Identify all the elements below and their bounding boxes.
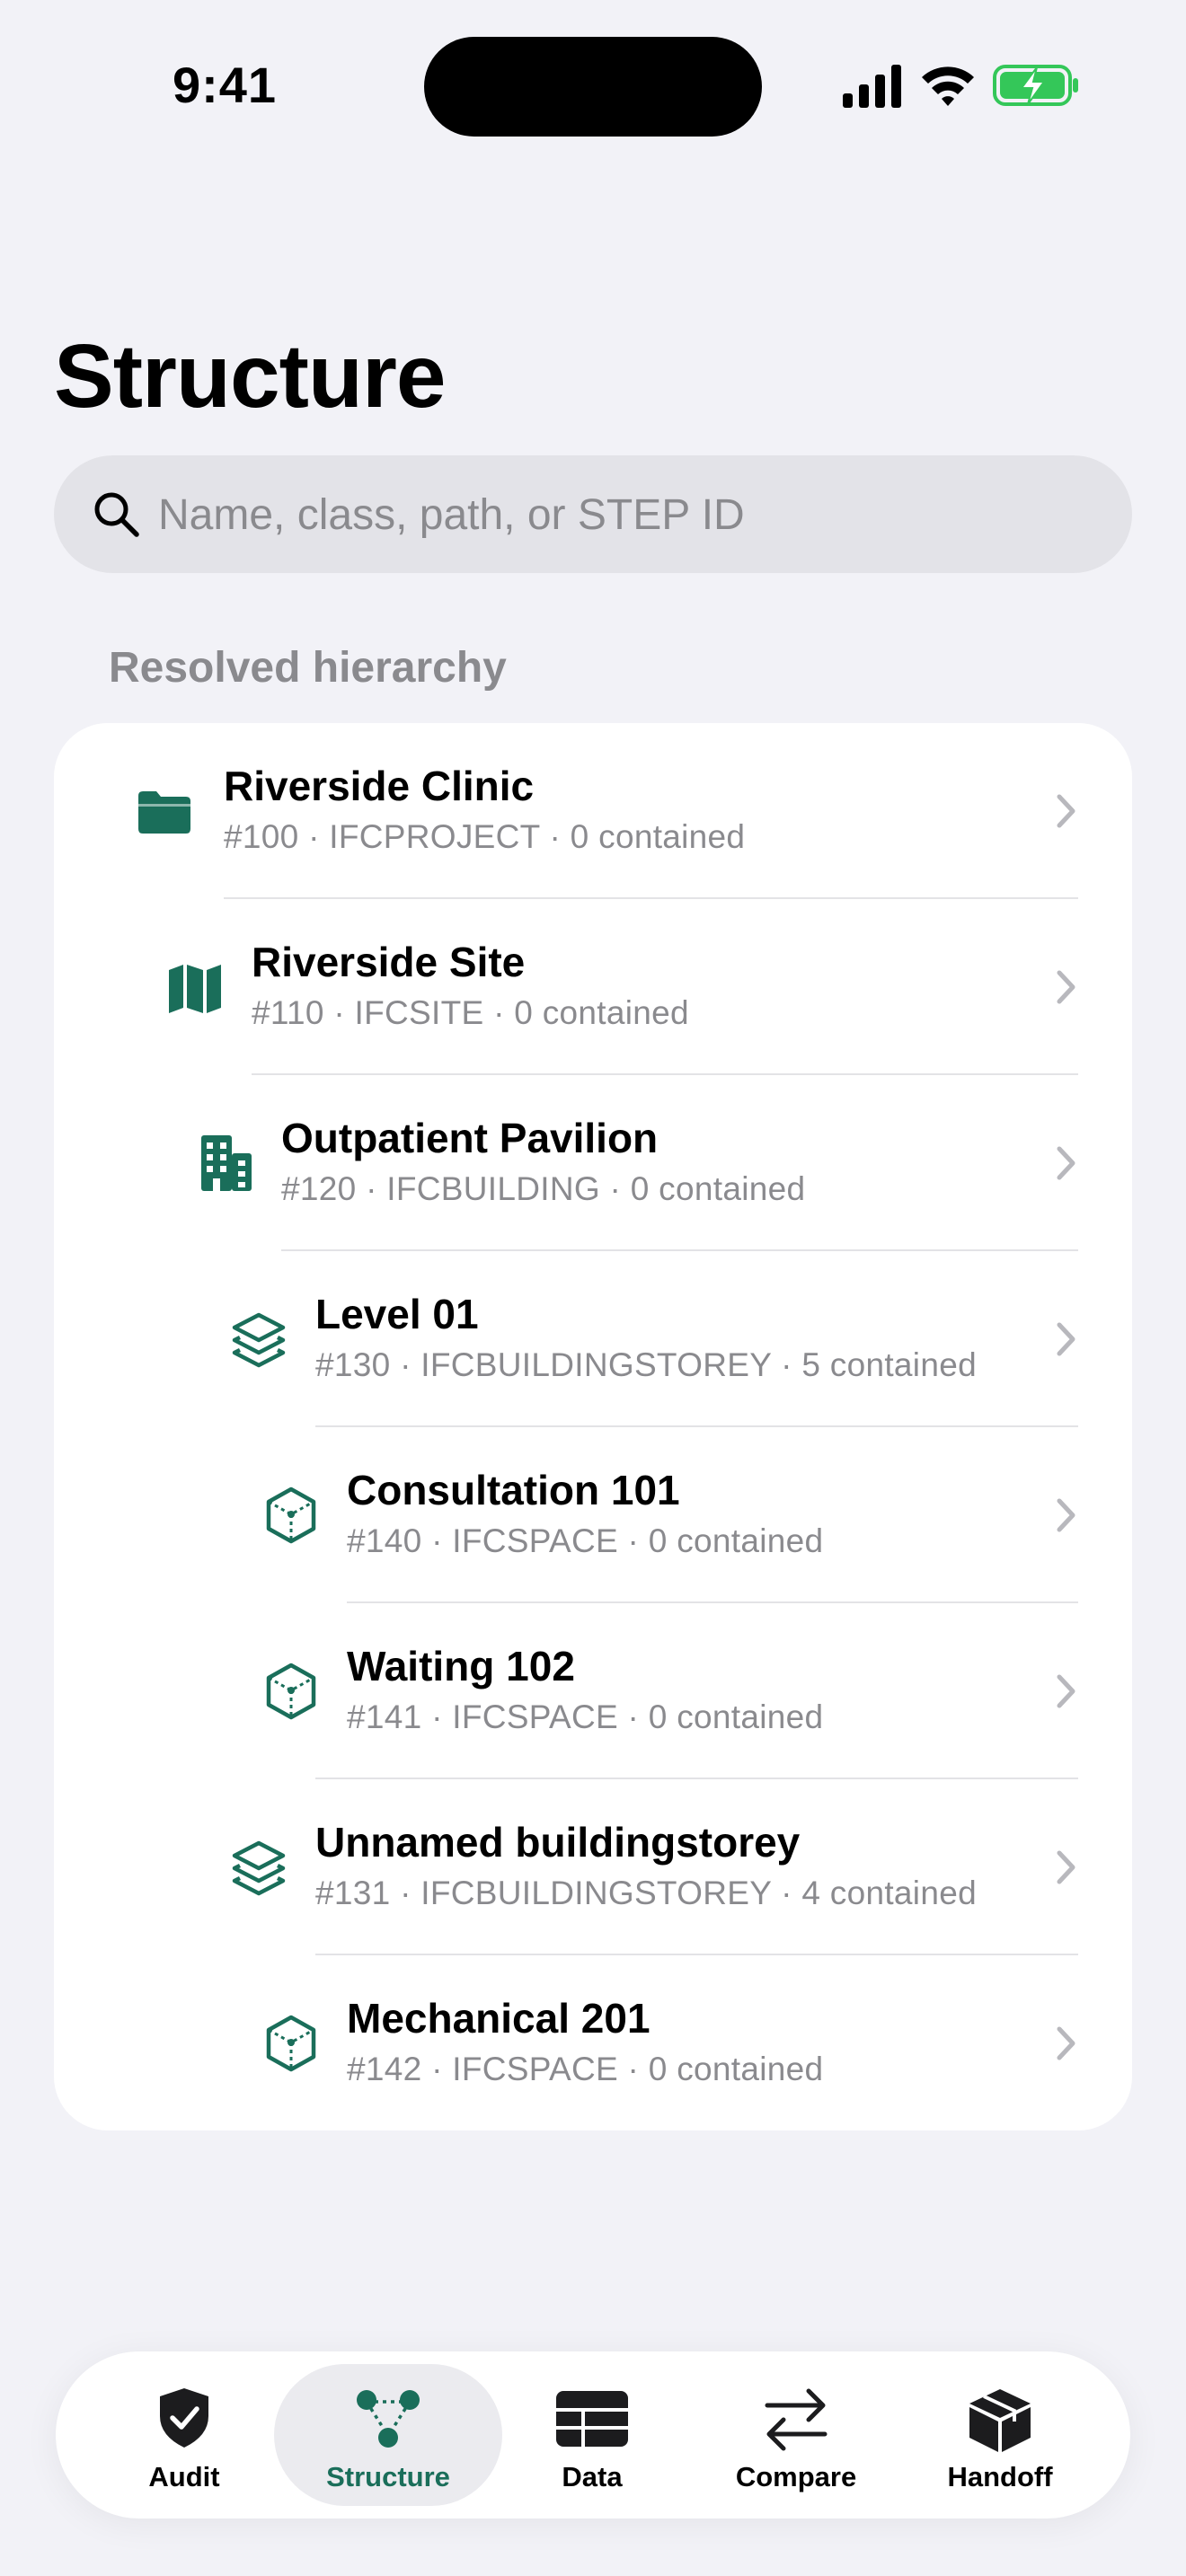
chevron-right-icon	[1057, 1850, 1075, 1884]
row-name: Consultation 101	[347, 1467, 680, 1513]
tab-label: Handoff	[947, 2461, 1053, 2492]
status-bar: 9:41	[0, 0, 1186, 171]
wifi-icon	[922, 66, 974, 106]
chevron-right-icon	[1057, 794, 1075, 828]
row-name: Unnamed buildingstorey	[315, 1819, 801, 1866]
hierarchy-list: Riverside Clinic #100 · IFCPROJECT · 0 c…	[54, 723, 1132, 2130]
table-icon	[556, 2391, 628, 2447]
row-meta: #100 · IFCPROJECT · 0 contained	[224, 818, 746, 855]
package-box-icon	[969, 2389, 1031, 2452]
folder-icon	[138, 791, 190, 834]
row-meta: #131 · IFCBUILDINGSTOREY · 4 contained	[315, 1875, 977, 1911]
hierarchy-row-mechanical-201[interactable]: Mechanical 201 #142 · IFCSPACE · 0 conta…	[54, 1955, 1132, 2130]
layers-icon	[232, 1840, 286, 1896]
search-bar[interactable]	[54, 455, 1132, 573]
tab-label: Structure	[326, 2461, 450, 2492]
hierarchy-row-consultation-101[interactable]: Consultation 101 #140 · IFCSPACE · 0 con…	[54, 1427, 1132, 1603]
row-name: Riverside Site	[252, 939, 526, 985]
status-time: 9:41	[172, 57, 278, 113]
row-name: Outpatient Pavilion	[281, 1115, 659, 1161]
tab-audit[interactable]: Audit	[70, 2364, 298, 2506]
tab-label: Compare	[735, 2461, 857, 2492]
row-meta: #140 · IFCSPACE · 0 contained	[347, 1522, 824, 1559]
tab-compare[interactable]: Compare	[682, 2364, 910, 2506]
building-icon	[201, 1135, 252, 1191]
tab-data[interactable]: Data	[478, 2364, 706, 2506]
chevron-right-icon	[1057, 970, 1075, 1004]
tab-bar: Audit Structure Data Compare Handoff	[56, 2351, 1130, 2519]
chevron-right-icon	[1057, 2026, 1075, 2060]
hierarchy-row-outpatient-pavilion[interactable]: Outpatient Pavilion #120 · IFCBUILDING ·…	[54, 1075, 1132, 1251]
row-meta: #142 · IFCSPACE · 0 contained	[347, 2051, 824, 2087]
section-header: Resolved hierarchy	[109, 644, 507, 692]
hierarchy-row-riverside-site[interactable]: Riverside Site #110 · IFCSITE · 0 contai…	[54, 899, 1132, 1075]
layers-icon	[232, 1312, 286, 1368]
chevron-right-icon	[1057, 1498, 1075, 1532]
search-icon	[94, 492, 139, 537]
space-cube-icon	[266, 2015, 316, 2072]
arrows-swap-icon	[765, 2388, 828, 2451]
row-name: Level 01	[315, 1291, 479, 1337]
row-meta: #130 · IFCBUILDINGSTOREY · 5 contained	[315, 1346, 977, 1383]
hierarchy-row-riverside-clinic[interactable]: Riverside Clinic #100 · IFCPROJECT · 0 c…	[54, 723, 1132, 899]
dynamic-island	[424, 37, 762, 137]
map-icon	[169, 965, 221, 1013]
chevron-right-icon	[1057, 1674, 1075, 1708]
graph-nodes-icon	[357, 2390, 420, 2448]
row-name: Mechanical 201	[347, 1995, 651, 2042]
row-meta: #110 · IFCSITE · 0 contained	[252, 994, 689, 1031]
hierarchy-row-level-01[interactable]: Level 01 #130 · IFCBUILDINGSTOREY · 5 co…	[54, 1251, 1132, 1427]
tab-structure[interactable]: Structure	[274, 2364, 502, 2506]
hierarchy-row-waiting-102[interactable]: Waiting 102 #141 · IFCSPACE · 0 containe…	[54, 1603, 1132, 1779]
chevron-right-icon	[1057, 1146, 1075, 1180]
tab-label: Audit	[148, 2461, 220, 2492]
battery-charging-icon	[993, 65, 1078, 106]
chevron-right-icon	[1057, 1322, 1075, 1356]
row-name: Riverside Clinic	[224, 763, 535, 809]
space-cube-icon	[266, 1486, 316, 1544]
page-title: Structure	[54, 326, 447, 427]
search-input[interactable]	[158, 475, 1093, 554]
shield-check-icon	[160, 2388, 208, 2448]
row-meta: #141 · IFCSPACE · 0 contained	[347, 1698, 824, 1735]
cellular-signal-icon	[843, 65, 901, 108]
space-cube-icon	[266, 1663, 316, 1720]
tab-label: Data	[562, 2461, 623, 2492]
tab-handoff[interactable]: Handoff	[886, 2364, 1114, 2506]
row-meta: #120 · IFCBUILDING · 0 contained	[281, 1170, 806, 1207]
hierarchy-row-unnamed-buildingstorey[interactable]: Unnamed buildingstorey #131 · IFCBUILDIN…	[54, 1779, 1132, 1955]
row-name: Waiting 102	[347, 1643, 575, 1689]
